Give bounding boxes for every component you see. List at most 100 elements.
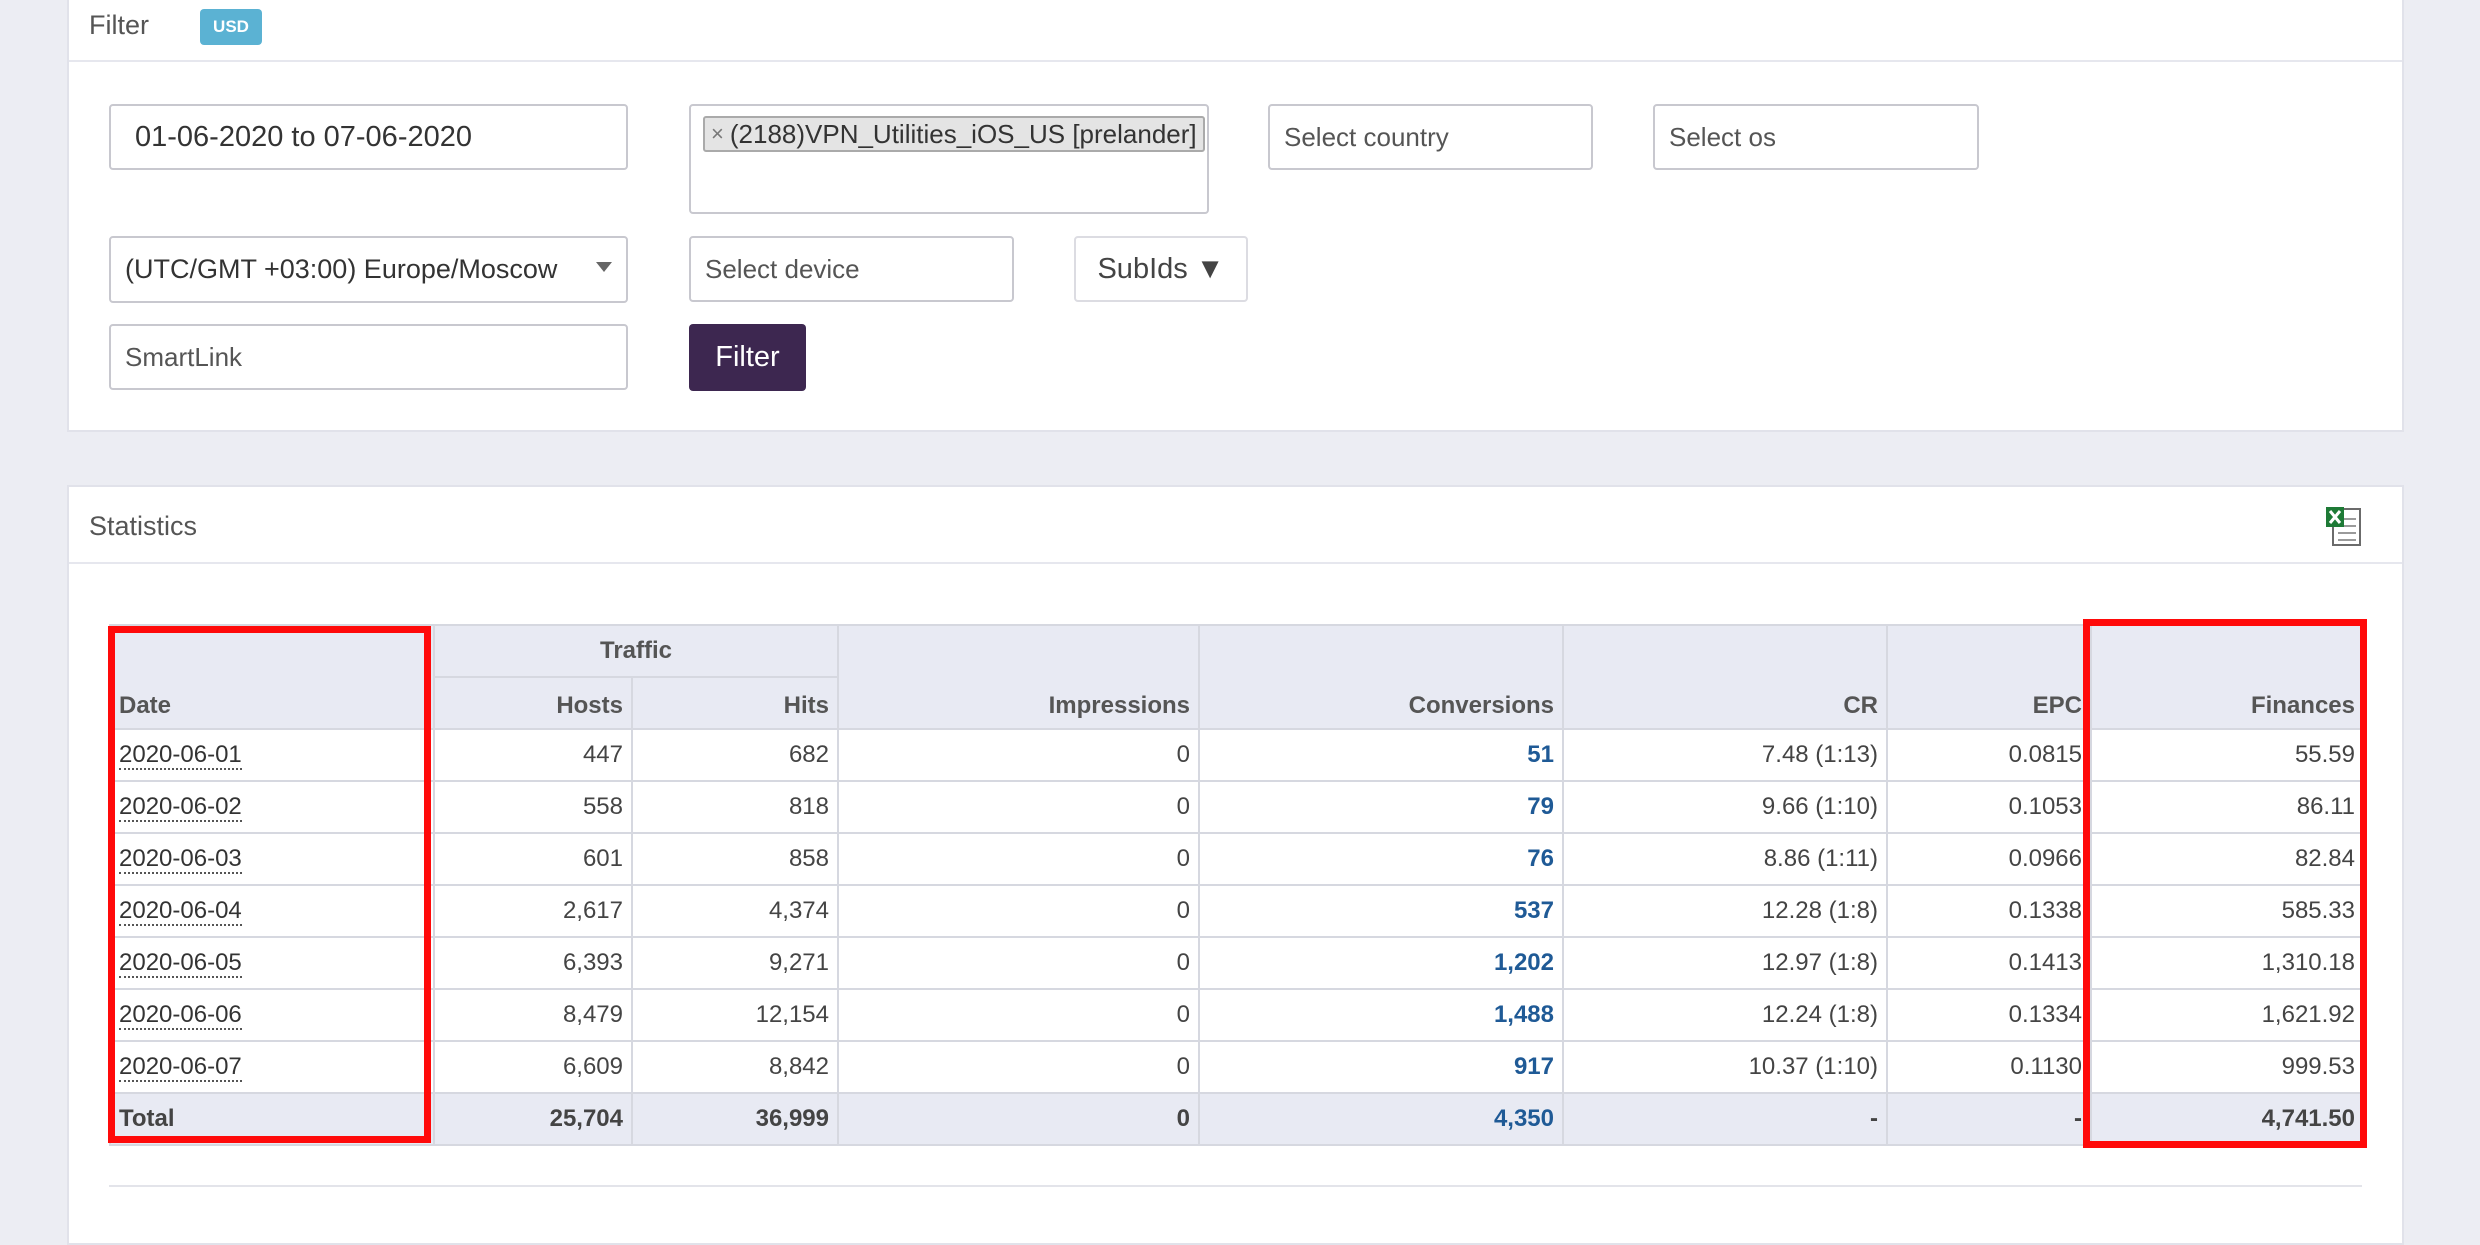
date-link[interactable]: 2020-06-02 (119, 793, 242, 822)
col-header-hosts[interactable]: Hosts (433, 676, 633, 730)
date-cell[interactable]: 2020-06-04 (109, 884, 435, 938)
impressions-cell: 0 (837, 832, 1200, 886)
epc-cell: 0.0815 (1886, 728, 2092, 782)
remove-tag-icon[interactable]: × (711, 121, 724, 147)
date-link[interactable]: 2020-06-05 (119, 949, 242, 978)
table-row: 2020-06-01 447 682 0 51 7.48 (1:13) 0.08… (109, 728, 2365, 782)
subids-button[interactable]: SubIds ▼ (1074, 236, 1248, 302)
offer-tag: × (2188)VPN_Utilities_iOS_US [prelander] (703, 116, 1205, 152)
date-link[interactable]: 2020-06-06 (119, 1001, 242, 1030)
conversions-cell: 1,488 (1198, 988, 1564, 1042)
table-bottom-divider (109, 1185, 2362, 1187)
col-header-finances[interactable]: Finances (2090, 624, 2365, 730)
device-select[interactable]: Select device (689, 236, 1014, 302)
date-range-input[interactable]: 01-06-2020 to 07-06-2020 (109, 104, 628, 170)
date-cell[interactable]: 2020-06-05 (109, 936, 435, 990)
os-select[interactable]: Select os (1653, 104, 1979, 170)
date-cell[interactable]: 2020-06-07 (109, 1040, 435, 1094)
offer-multiselect[interactable]: × (2188)VPN_Utilities_iOS_US [prelander] (689, 104, 1209, 214)
impressions-cell: 0 (837, 936, 1200, 990)
cr-cell: 10.37 (1:10) (1562, 1040, 1888, 1094)
col-header-conversions[interactable]: Conversions (1198, 624, 1564, 730)
table-row: 2020-06-03 601 858 0 76 8.86 (1:11) 0.09… (109, 832, 2365, 886)
filter-button[interactable]: Filter (689, 324, 806, 391)
col-header-epc[interactable]: EPC (1886, 624, 2092, 730)
date-cell[interactable]: 2020-06-02 (109, 780, 435, 834)
conversions-cell: 51 (1198, 728, 1564, 782)
conversions-link[interactable]: 1,202 (1494, 949, 1554, 976)
impressions-cell: 0 (837, 780, 1200, 834)
date-cell[interactable]: 2020-06-03 (109, 832, 435, 886)
cr-cell: 12.97 (1:8) (1562, 936, 1888, 990)
filter-panel: Filter USD 01-06-2020 to 07-06-2020 × (2… (67, 0, 2404, 432)
conversions-cell: 1,202 (1198, 936, 1564, 990)
conversions-link[interactable]: 51 (1527, 741, 1554, 768)
epc-cell: 0.1334 (1886, 988, 2092, 1042)
conversions-cell: 917 (1198, 1040, 1564, 1094)
total-conversions[interactable]: 4,350 (1494, 1105, 1554, 1132)
conversions-link[interactable]: 1,488 (1494, 1001, 1554, 1028)
statistics-title: Statistics (89, 511, 198, 541)
hosts-cell: 558 (433, 780, 633, 834)
hits-cell: 8,842 (631, 1040, 839, 1094)
impressions-cell: 0 (837, 1040, 1200, 1094)
finances-cell: 1,621.92 (2090, 988, 2365, 1042)
chevron-down-icon (596, 262, 612, 272)
total-row: Total 25,704 36,999 0 4,350 - - 4,741.50 (109, 1092, 2365, 1146)
date-cell[interactable]: 2020-06-06 (109, 988, 435, 1042)
epc-cell: 0.1413 (1886, 936, 2092, 990)
cr-cell: 12.24 (1:8) (1562, 988, 1888, 1042)
conversions-link[interactable]: 76 (1527, 845, 1554, 872)
offer-tag-label: (2188)VPN_Utilities_iOS_US [prelander] (729, 118, 1197, 149)
date-link[interactable]: 2020-06-01 (119, 741, 242, 770)
hits-cell: 9,271 (631, 936, 839, 990)
conversions-link[interactable]: 537 (1514, 897, 1554, 924)
total-label: Total (109, 1092, 435, 1146)
finances-cell: 585.33 (2090, 884, 2365, 938)
timezone-value: (UTC/GMT +03:00) Europe/Moscow (125, 254, 558, 284)
total-impressions: 0 (837, 1092, 1200, 1146)
timezone-select[interactable]: (UTC/GMT +03:00) Europe/Moscow (109, 236, 628, 303)
hits-cell: 4,374 (631, 884, 839, 938)
table-row: 2020-06-04 2,617 4,374 0 537 12.28 (1:8)… (109, 884, 2365, 938)
col-header-cr[interactable]: CR (1562, 624, 1888, 730)
conversions-cell: 79 (1198, 780, 1564, 834)
date-link[interactable]: 2020-06-04 (119, 897, 242, 926)
cr-cell: 8.86 (1:11) (1562, 832, 1888, 886)
col-header-date[interactable]: Date (109, 624, 435, 730)
filter-title: Filter (89, 10, 149, 40)
hosts-cell: 447 (433, 728, 633, 782)
finances-cell: 55.59 (2090, 728, 2365, 782)
statistics-panel: Statistics Date Traffic Impressions Conv (67, 485, 2404, 1245)
filter-header-divider (69, 60, 2402, 62)
cr-cell: 7.48 (1:13) (1562, 728, 1888, 782)
conversions-cell: 76 (1198, 832, 1564, 886)
epc-cell: 0.1053 (1886, 780, 2092, 834)
col-header-hits[interactable]: Hits (631, 676, 839, 730)
date-link[interactable]: 2020-06-03 (119, 845, 242, 874)
currency-badge: USD (200, 9, 262, 45)
conversions-link[interactable]: 917 (1514, 1053, 1554, 1080)
conversions-link[interactable]: 79 (1527, 793, 1554, 820)
hosts-cell: 6,393 (433, 936, 633, 990)
statistics-table: Date Traffic Impressions Conversions CR … (109, 624, 2365, 1146)
smartlink-input[interactable]: SmartLink (109, 324, 628, 390)
hosts-cell: 8,479 (433, 988, 633, 1042)
hits-cell: 12,154 (631, 988, 839, 1042)
date-cell[interactable]: 2020-06-01 (109, 728, 435, 782)
finances-cell: 1,310.18 (2090, 936, 2365, 990)
excel-export-icon[interactable] (2324, 505, 2364, 549)
impressions-cell: 0 (837, 728, 1200, 782)
finances-cell: 999.53 (2090, 1040, 2365, 1094)
total-conversions-cell: 4,350 (1198, 1092, 1564, 1146)
hosts-cell: 601 (433, 832, 633, 886)
total-cr: - (1562, 1092, 1888, 1146)
date-link[interactable]: 2020-06-07 (119, 1053, 242, 1082)
cr-cell: 12.28 (1:8) (1562, 884, 1888, 938)
group-header-traffic: Traffic (433, 624, 839, 678)
hits-cell: 818 (631, 780, 839, 834)
country-select[interactable]: Select country (1268, 104, 1593, 170)
table-row: 2020-06-07 6,609 8,842 0 917 10.37 (1:10… (109, 1040, 2365, 1094)
col-header-impressions[interactable]: Impressions (837, 624, 1200, 730)
finances-cell: 82.84 (2090, 832, 2365, 886)
